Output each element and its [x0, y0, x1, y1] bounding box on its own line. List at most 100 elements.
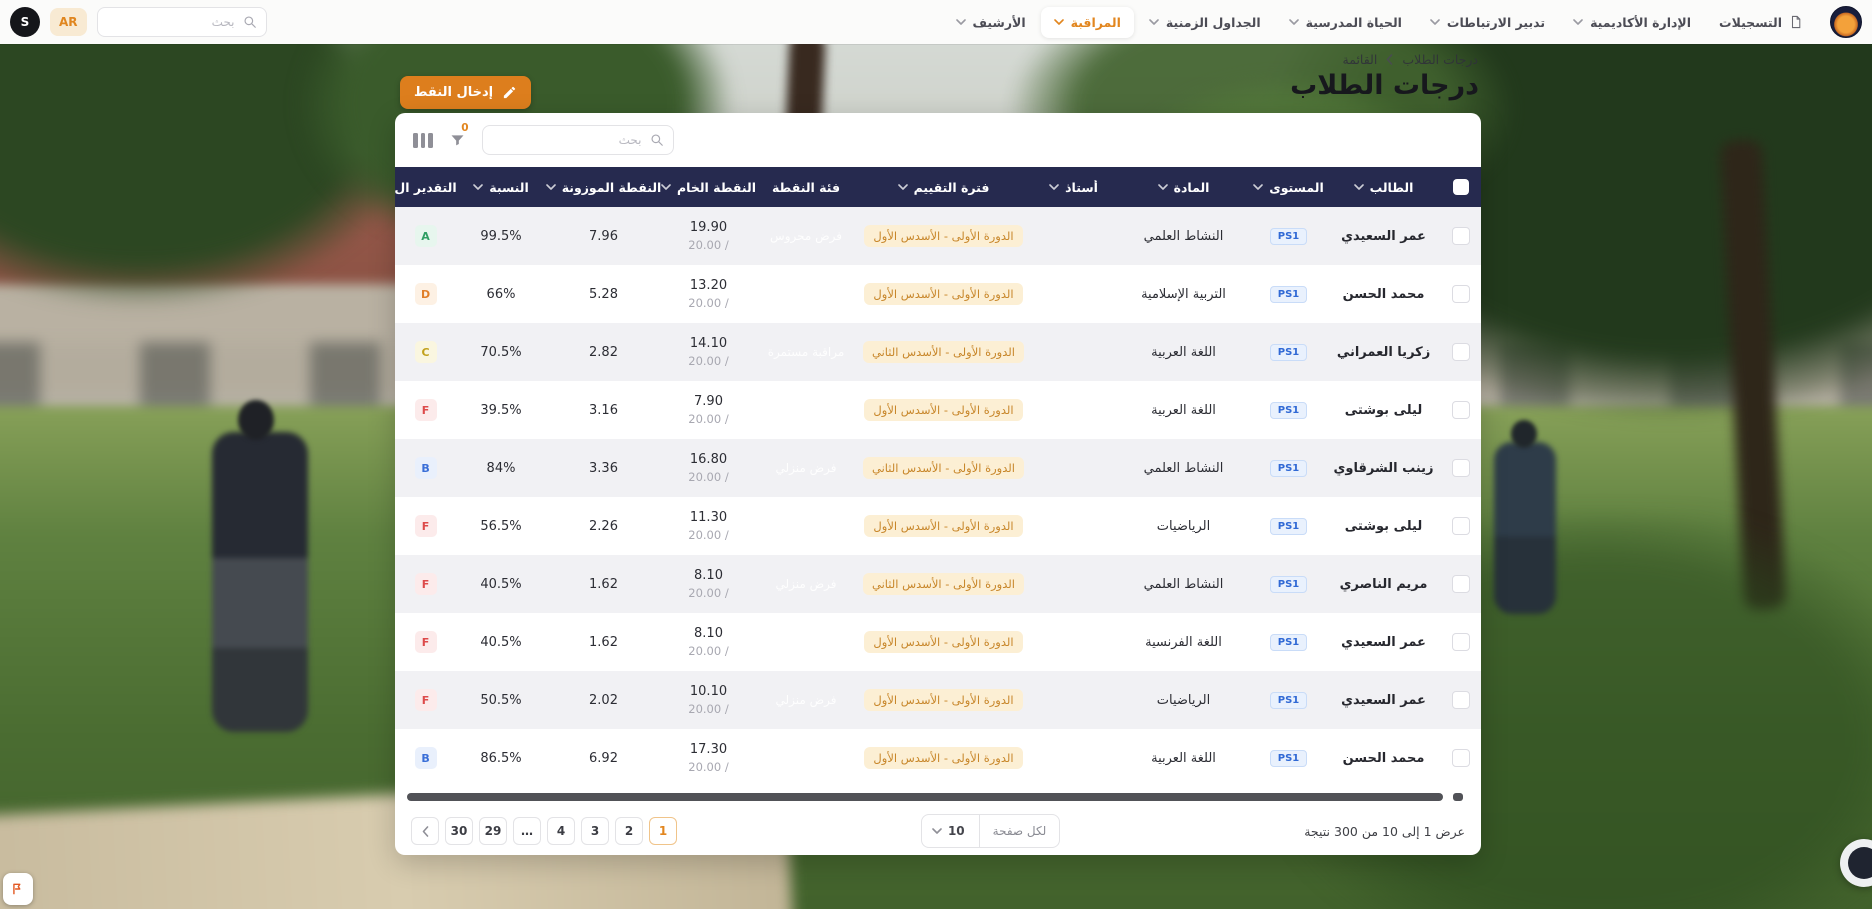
- floating-widget-button[interactable]: [3, 873, 33, 905]
- page-button-4[interactable]: 4: [547, 817, 575, 845]
- sort-chevron-icon[interactable]: [1253, 184, 1263, 190]
- app-logo[interactable]: [1830, 6, 1862, 38]
- row-checkbox[interactable]: [1452, 227, 1470, 245]
- chat-icon: [1848, 847, 1872, 879]
- cell-period: الدورة الأولى - الأسدس الأول: [856, 225, 1031, 247]
- nav-item-school-life[interactable]: الحياة المدرسية: [1276, 7, 1415, 38]
- scrollbar-thumb[interactable]: [407, 793, 1443, 801]
- table-search-input[interactable]: [492, 132, 644, 148]
- cell-select: [1441, 749, 1481, 767]
- grade-category: فرض محروس: [770, 287, 842, 301]
- cell-weighted: 1.62: [546, 577, 661, 592]
- evaluation-period-chip: الدورة الأولى - الأسدس الأول: [864, 225, 1022, 247]
- scrollbar-end-cap[interactable]: [1453, 793, 1463, 801]
- sort-chevron-icon[interactable]: [661, 184, 671, 190]
- column-settings-button[interactable]: [413, 133, 433, 148]
- nav-item-monitoring[interactable]: المراقبة: [1041, 7, 1134, 38]
- pagination-ellipsis: …: [513, 817, 541, 845]
- column-header-student[interactable]: الطالب: [1326, 180, 1441, 195]
- column-header-label: أستاذ: [1065, 180, 1098, 195]
- raw-score-max: / 20.00: [688, 354, 728, 368]
- percentage-value: 66%: [487, 287, 516, 302]
- global-search[interactable]: [97, 7, 267, 37]
- column-header-percent[interactable]: النسبة: [456, 180, 546, 195]
- horizontal-scrollbar: [405, 789, 1471, 805]
- cell-weighted: 2.02: [546, 693, 661, 708]
- language-button[interactable]: AR: [50, 8, 87, 36]
- search-icon: [650, 133, 664, 147]
- row-checkbox[interactable]: [1452, 517, 1470, 535]
- column-header-teacher[interactable]: أستاذ: [1031, 180, 1116, 195]
- table-row: محمد الحسنPS1التربية الإسلاميةالدورة الأ…: [395, 265, 1481, 323]
- page-button-29[interactable]: 29: [479, 817, 507, 845]
- column-header-subject[interactable]: المادة: [1116, 180, 1251, 195]
- column-header-period[interactable]: فترة التقييم: [856, 180, 1031, 195]
- raw-score-max: / 20.00: [688, 412, 728, 426]
- table-row: زينب الشرقاويPS1النشاط العلميالدورة الأو…: [395, 439, 1481, 497]
- row-checkbox[interactable]: [1452, 285, 1470, 303]
- sort-chevron-icon[interactable]: [473, 184, 483, 190]
- page-button-3[interactable]: 3: [581, 817, 609, 845]
- cell-category: مراقبة مستمرة: [756, 751, 856, 765]
- row-checkbox[interactable]: [1452, 691, 1470, 709]
- nav-item-academic-administration[interactable]: الإدارة الأكاديمية: [1560, 7, 1704, 38]
- table-search[interactable]: [482, 125, 674, 155]
- cell-level: PS1: [1251, 286, 1326, 303]
- cell-student: عمر السعيدي: [1326, 635, 1441, 650]
- row-checkbox[interactable]: [1452, 343, 1470, 361]
- row-checkbox[interactable]: [1452, 575, 1470, 593]
- sort-chevron-icon[interactable]: [546, 184, 556, 190]
- column-header-weighted[interactable]: النقطة الموزونة: [546, 180, 661, 195]
- cell-percent: 70.5%: [456, 345, 546, 360]
- cell-subject: النشاط العلمي: [1116, 577, 1251, 592]
- nav-item-timetables[interactable]: الجداول الزمنية: [1136, 7, 1274, 38]
- cell-select: [1441, 459, 1481, 477]
- sort-chevron-icon[interactable]: [1158, 184, 1168, 190]
- row-checkbox[interactable]: [1452, 401, 1470, 419]
- column-header-grade: التقدير ال: [395, 180, 456, 195]
- sort-chevron-icon[interactable]: [898, 184, 908, 190]
- enter-grades-button[interactable]: إدخال النقط: [400, 76, 531, 109]
- student-name: زكريا العمراني: [1337, 345, 1430, 360]
- breadcrumb-item[interactable]: درجات الطلاب: [1402, 52, 1478, 67]
- row-checkbox[interactable]: [1452, 633, 1470, 651]
- grade-letter-badge: A: [415, 225, 437, 247]
- raw-score: 7.90 / 20.00: [688, 394, 728, 426]
- table-row: عمر السعيديPS1اللغة الفرنسيةالدورة الأول…: [395, 613, 1481, 671]
- level-badge: PS1: [1270, 518, 1308, 535]
- row-checkbox[interactable]: [1452, 459, 1470, 477]
- global-search-input[interactable]: [107, 14, 237, 30]
- raw-score-max: / 20.00: [688, 238, 728, 252]
- nav-item-registrations[interactable]: التسجيلات: [1706, 7, 1816, 38]
- page-button-2[interactable]: 2: [615, 817, 643, 845]
- column-header-label: التقدير ال: [395, 180, 456, 195]
- top-navigation-bar: التسجيلاتالإدارة الأكاديميةتدبير الارتبا…: [0, 0, 1872, 44]
- cell-student: محمد الحسن: [1326, 287, 1441, 302]
- row-checkbox[interactable]: [1452, 749, 1470, 767]
- user-avatar[interactable]: S: [10, 7, 40, 37]
- column-header-raw[interactable]: النقطة الخام: [661, 180, 756, 195]
- per-page-value: 10: [942, 824, 969, 838]
- sort-chevron-icon[interactable]: [1049, 184, 1059, 190]
- cell-subject: النشاط العلمي: [1116, 461, 1251, 476]
- cell-select: [1441, 691, 1481, 709]
- per-page-select[interactable]: لكل صفحة 10: [921, 814, 1060, 848]
- cell-student: ليلى بوشتى: [1326, 519, 1441, 534]
- next-page-button[interactable]: [411, 817, 439, 845]
- raw-score-value: 7.90: [694, 394, 723, 409]
- column-header-level[interactable]: المستوى: [1251, 180, 1326, 195]
- nav-item-affiliations-management[interactable]: تدبير الارتباطات: [1417, 7, 1558, 38]
- cell-select: [1441, 343, 1481, 361]
- raw-score-max: / 20.00: [688, 586, 728, 600]
- filter-button[interactable]: 0: [449, 132, 466, 148]
- cell-level: PS1: [1251, 518, 1326, 535]
- evaluation-period-chip: الدورة الأولى - الأسدس الأول: [864, 689, 1022, 711]
- select-all-checkbox[interactable]: [1453, 179, 1469, 195]
- main-nav: التسجيلاتالإدارة الأكاديميةتدبير الارتبا…: [943, 7, 1816, 38]
- page-button-30[interactable]: 30: [445, 817, 473, 845]
- cell-period: الدورة الأولى - الأسدس الأول: [856, 689, 1031, 711]
- sort-chevron-icon[interactable]: [1354, 184, 1364, 190]
- nav-item-archive[interactable]: الأرشيف: [943, 7, 1039, 38]
- column-header-label: النقطة الموزونة: [562, 180, 661, 195]
- page-button-1[interactable]: 1: [649, 817, 677, 845]
